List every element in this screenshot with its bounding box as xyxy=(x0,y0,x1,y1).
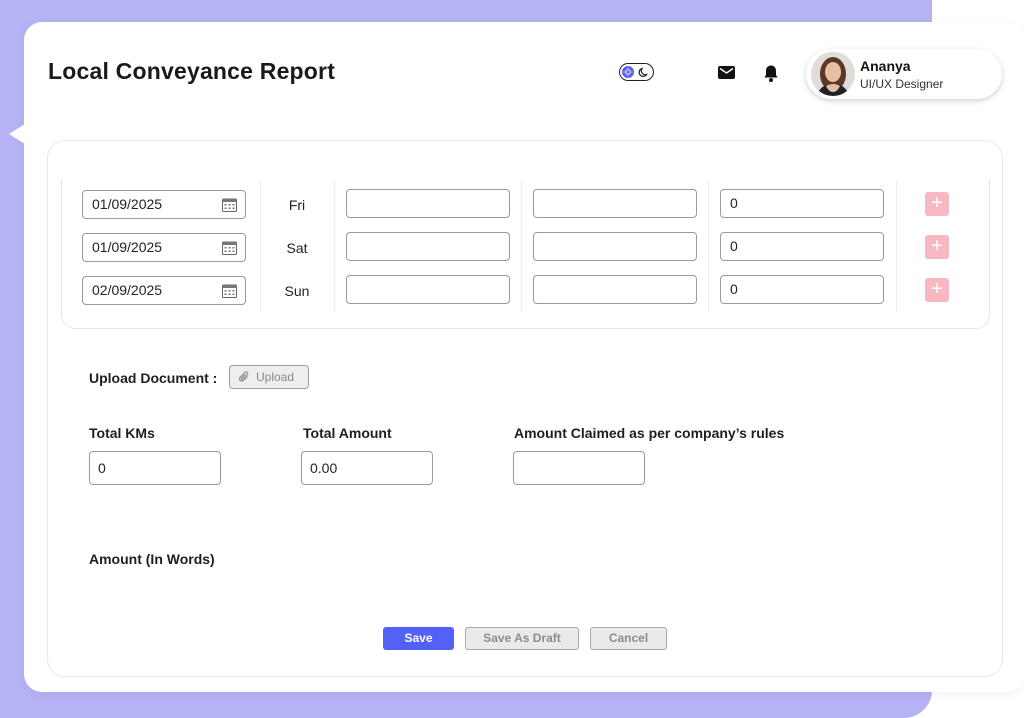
date-value: 01/09/2025 xyxy=(92,196,163,212)
page-title: Local Conveyance Report xyxy=(48,58,336,84)
theme-toggle[interactable] xyxy=(619,63,654,81)
amount-field[interactable]: 0 xyxy=(720,232,884,261)
column-divider xyxy=(260,180,261,312)
column-divider xyxy=(896,180,897,312)
add-row-button[interactable]: + xyxy=(925,278,949,302)
total-kms-field[interactable]: 0 xyxy=(89,451,221,485)
total-kms-label: Total KMs xyxy=(89,425,155,441)
mail-icon[interactable] xyxy=(718,66,735,84)
entry-field-2[interactable] xyxy=(533,232,697,261)
date-field[interactable]: 02/09/2025 xyxy=(82,276,246,305)
calendar-icon[interactable] xyxy=(222,240,237,258)
column-divider xyxy=(708,180,709,312)
date-value: 02/09/2025 xyxy=(92,282,163,298)
moon-icon xyxy=(638,65,650,83)
profile-name: Ananya xyxy=(860,58,911,74)
date-value: 01/09/2025 xyxy=(92,239,163,255)
total-amount-field[interactable]: 0.00 xyxy=(301,451,433,485)
entry-field-1[interactable] xyxy=(346,189,510,218)
save-button[interactable]: Save xyxy=(383,627,454,650)
amount-field[interactable]: 0 xyxy=(720,189,884,218)
entry-field-1[interactable] xyxy=(346,232,510,261)
day-label: Sun xyxy=(284,283,310,299)
amount-claimed-label: Amount Claimed as per company’s rules xyxy=(514,425,785,441)
column-divider xyxy=(334,180,335,312)
total-amount-label: Total Amount xyxy=(303,425,392,441)
day-label: Fri xyxy=(288,197,306,213)
sun-icon xyxy=(622,65,634,78)
date-field[interactable]: 01/09/2025 xyxy=(82,233,246,262)
entry-field-2[interactable] xyxy=(533,189,697,218)
bell-icon[interactable] xyxy=(763,64,779,88)
upload-button[interactable]: Upload xyxy=(229,365,309,389)
entry-field-2[interactable] xyxy=(533,275,697,304)
add-row-button[interactable]: + xyxy=(925,192,949,216)
entry-field-1[interactable] xyxy=(346,275,510,304)
profile-card[interactable]: Ananya UI/UX Designer xyxy=(806,49,1002,99)
amount-field[interactable]: 0 xyxy=(720,275,884,304)
save-as-draft-button[interactable]: Save As Draft xyxy=(465,627,579,650)
upload-button-label: Upload xyxy=(256,370,295,384)
date-field[interactable]: 01/09/2025 xyxy=(82,190,246,219)
cancel-button[interactable]: Cancel xyxy=(590,627,667,650)
profile-role: UI/UX Designer xyxy=(860,77,944,91)
amount-claimed-field[interactable] xyxy=(513,451,645,485)
avatar xyxy=(811,52,855,96)
card-notch xyxy=(9,124,25,144)
paperclip-icon xyxy=(239,371,250,386)
day-label: Sat xyxy=(286,240,308,256)
amount-in-words-label: Amount (In Words) xyxy=(89,551,215,567)
add-row-button[interactable]: + xyxy=(925,235,949,259)
column-divider xyxy=(521,180,522,312)
calendar-icon[interactable] xyxy=(222,197,237,215)
calendar-icon[interactable] xyxy=(222,283,237,301)
upload-label: Upload Document : xyxy=(89,370,218,386)
